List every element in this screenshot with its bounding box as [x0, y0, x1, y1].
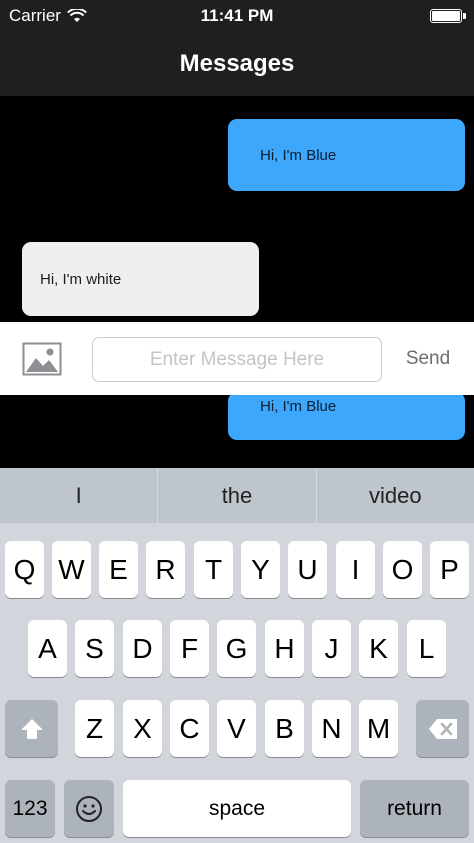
status-bar: Carrier 11:41 PM — [0, 0, 474, 32]
key-z[interactable]: Z — [75, 700, 114, 757]
key-t[interactable]: T — [194, 541, 233, 598]
send-button[interactable]: Send — [394, 344, 462, 374]
key-d[interactable]: D — [123, 620, 162, 677]
keyboard: I the video Q W E R T Y U I O P A S D F … — [0, 468, 474, 843]
nav-bar: Messages — [0, 32, 474, 96]
key-n[interactable]: N — [312, 700, 351, 757]
message-text: Hi, I'm Blue — [260, 146, 337, 164]
key-f[interactable]: F — [170, 620, 209, 677]
message-text: Hi, I'm white — [40, 270, 122, 288]
key-u[interactable]: U — [288, 541, 327, 598]
suggestion-bar: I the video — [0, 468, 474, 523]
key-q[interactable]: Q — [5, 541, 44, 598]
suggestion-item[interactable]: video — [317, 468, 474, 523]
key-s[interactable]: S — [75, 620, 114, 677]
key-h[interactable]: H — [265, 620, 304, 677]
key-e[interactable]: E — [99, 541, 138, 598]
key-o[interactable]: O — [383, 541, 422, 598]
key-x[interactable]: X — [123, 700, 162, 757]
key-i[interactable]: I — [336, 541, 375, 598]
shift-key[interactable] — [5, 700, 58, 757]
chat-area[interactable]: Hi, I'm Blue Hi, I'm white Hi, I'm Blue — [0, 96, 474, 468]
delete-key[interactable] — [416, 700, 469, 757]
battery-icon — [430, 9, 466, 23]
key-y[interactable]: Y — [241, 541, 280, 598]
status-time: 11:41 PM — [200, 6, 274, 25]
message-bubble-white: Hi, I'm white — [22, 242, 259, 316]
key-j[interactable]: J — [312, 620, 351, 677]
page-title: Messages — [179, 50, 295, 77]
key-v[interactable]: V — [217, 700, 256, 757]
message-composer: Send — [0, 322, 474, 395]
suggestion-item[interactable]: the — [158, 468, 317, 523]
photo-icon[interactable] — [22, 342, 62, 376]
key-c[interactable]: C — [170, 700, 209, 757]
return-key[interactable]: return — [360, 780, 469, 837]
key-r[interactable]: R — [146, 541, 185, 598]
message-input[interactable] — [92, 337, 382, 382]
space-key[interactable]: space — [123, 780, 351, 837]
delete-icon — [428, 718, 457, 739]
key-w[interactable]: W — [52, 541, 91, 598]
key-g[interactable]: G — [217, 620, 256, 677]
suggestion-item[interactable]: I — [0, 468, 159, 523]
shift-icon — [20, 718, 43, 739]
message-bubble-blue: Hi, I'm Blue — [228, 392, 465, 440]
emoji-icon — [76, 795, 102, 822]
message-bubble-blue: Hi, I'm Blue — [228, 119, 465, 191]
numbers-key[interactable]: 123 — [5, 780, 55, 837]
key-m[interactable]: M — [359, 700, 398, 757]
message-text: Hi, I'm Blue — [260, 398, 337, 415]
key-a[interactable]: A — [28, 620, 67, 677]
key-l[interactable]: L — [407, 620, 446, 677]
key-p[interactable]: P — [430, 541, 469, 598]
emoji-key[interactable] — [64, 780, 114, 837]
key-k[interactable]: K — [359, 620, 398, 677]
key-b[interactable]: B — [265, 700, 304, 757]
